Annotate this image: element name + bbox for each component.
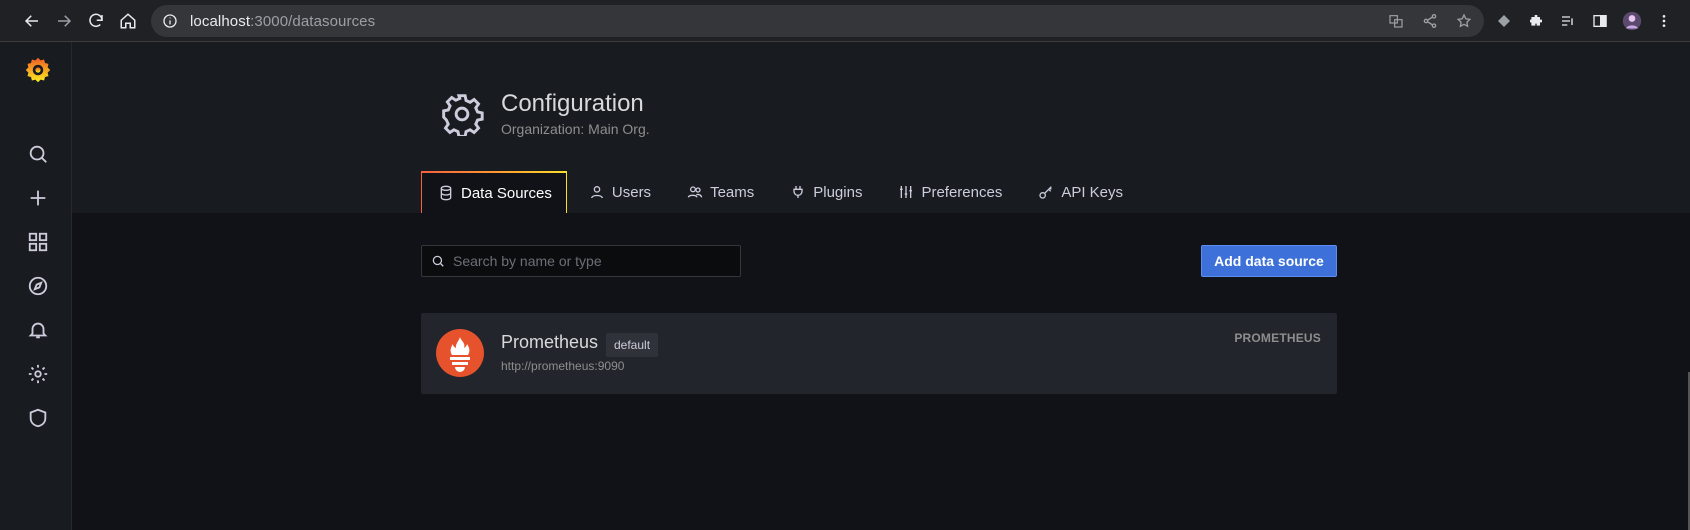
default-badge: default <box>606 333 659 357</box>
tab-preferences[interactable]: Preferences <box>882 171 1016 213</box>
address-bar[interactable]: localhost:3000/datasources <box>151 5 1484 37</box>
configuration-header-gear-icon <box>440 92 484 138</box>
alerting-bell-icon[interactable] <box>26 318 50 342</box>
page-subtitle: Organization: Main Org. <box>501 121 650 137</box>
server-admin-shield-icon[interactable] <box>26 406 50 430</box>
profile-avatar[interactable] <box>1620 9 1644 33</box>
tab-label: Users <box>611 183 652 201</box>
site-info-icon[interactable] <box>161 12 179 30</box>
prometheus-logo-icon <box>436 329 484 377</box>
tab-users[interactable]: Users <box>573 171 665 213</box>
home-icon[interactable] <box>116 9 140 33</box>
sliders-icon <box>900 186 913 198</box>
browser-menu-icon[interactable] <box>1652 9 1676 33</box>
datasource-type: PROMETHEUS <box>1234 331 1321 345</box>
tab-label: Data Sources <box>461 184 552 202</box>
back-icon[interactable] <box>20 9 44 33</box>
tab-data-sources[interactable]: Data Sources <box>421 171 567 213</box>
reading-list-icon[interactable] <box>1556 9 1580 33</box>
plug-icon <box>793 186 803 198</box>
plus-icon[interactable] <box>26 186 50 210</box>
grafana-logo-icon[interactable] <box>24 54 52 86</box>
tab-label: Preferences <box>921 183 1003 201</box>
bookmark-star-icon[interactable] <box>1452 9 1476 33</box>
tab-label: Teams <box>710 183 755 201</box>
tab-plugins[interactable]: Plugins <box>774 171 876 213</box>
extension-diamond-icon[interactable] <box>1492 9 1516 33</box>
search-icon[interactable] <box>26 142 50 166</box>
database-icon <box>440 185 452 201</box>
tab-teams[interactable]: Teams <box>671 171 768 213</box>
user-icon <box>590 186 603 199</box>
search-input-icon <box>432 255 444 267</box>
key-icon <box>1039 186 1053 199</box>
url-host: localhost <box>190 12 251 30</box>
config-tabs: Data Sources Users Teams Plugins Prefere… <box>421 171 1143 213</box>
datasource-card[interactable]: Prometheus default http://prometheus:909… <box>421 313 1337 394</box>
add-data-source-button[interactable]: Add data source <box>1201 245 1337 277</box>
dashboards-grid-icon[interactable] <box>26 230 50 254</box>
configuration-gear-icon[interactable] <box>26 362 50 386</box>
datasource-url: http://prometheus:9090 <box>501 359 625 373</box>
search-input[interactable] <box>453 253 733 269</box>
side-panel-icon[interactable] <box>1588 9 1612 33</box>
tab-label: Plugins <box>813 183 863 201</box>
url-text: localhost:3000/datasources <box>190 13 375 30</box>
translate-icon[interactable] <box>1384 9 1408 33</box>
sidebar <box>0 42 72 530</box>
share-icon[interactable] <box>1418 9 1442 33</box>
datasource-name: Prometheus <box>501 332 599 352</box>
reload-icon[interactable] <box>84 9 108 33</box>
url-path: :3000/datasources <box>250 12 376 30</box>
tab-label: API Keys <box>1061 183 1124 201</box>
users-icon <box>687 186 703 198</box>
browser-toolbar: localhost:3000/datasources <box>0 0 1690 42</box>
page-title: Configuration <box>501 90 644 117</box>
tab-api-keys[interactable]: API Keys <box>1022 171 1137 213</box>
search-box <box>421 245 741 277</box>
explore-compass-icon[interactable] <box>26 274 50 298</box>
extensions-puzzle-icon[interactable] <box>1524 9 1548 33</box>
forward-icon[interactable] <box>52 9 76 33</box>
